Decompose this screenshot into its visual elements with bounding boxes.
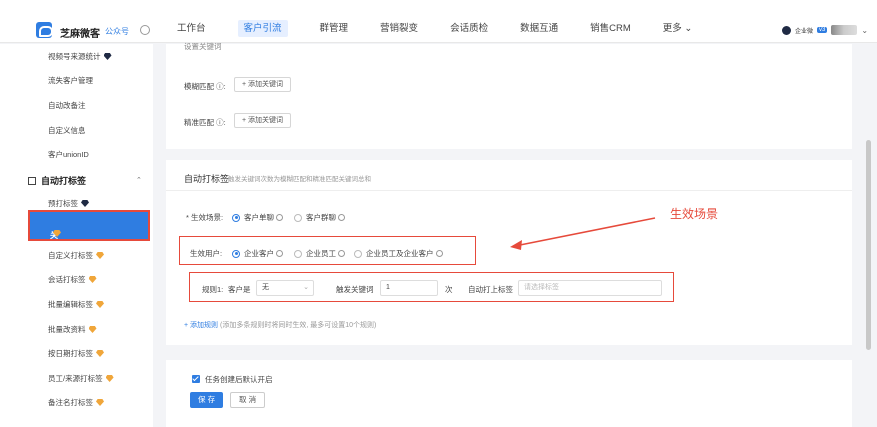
save-button[interactable]: 保 存 xyxy=(190,392,224,408)
checkbox-checked-icon xyxy=(192,375,200,383)
footer-panel: 任务创建后默认开启 保 存 取 消 xyxy=(166,360,852,427)
cancel-button[interactable]: 取 消 xyxy=(230,392,266,408)
annotation-text: 生效场景 xyxy=(670,207,719,221)
scrollbar[interactable] xyxy=(866,140,871,350)
default-enable-checkbox[interactable]: 任务创建后默认开启 xyxy=(192,374,273,385)
